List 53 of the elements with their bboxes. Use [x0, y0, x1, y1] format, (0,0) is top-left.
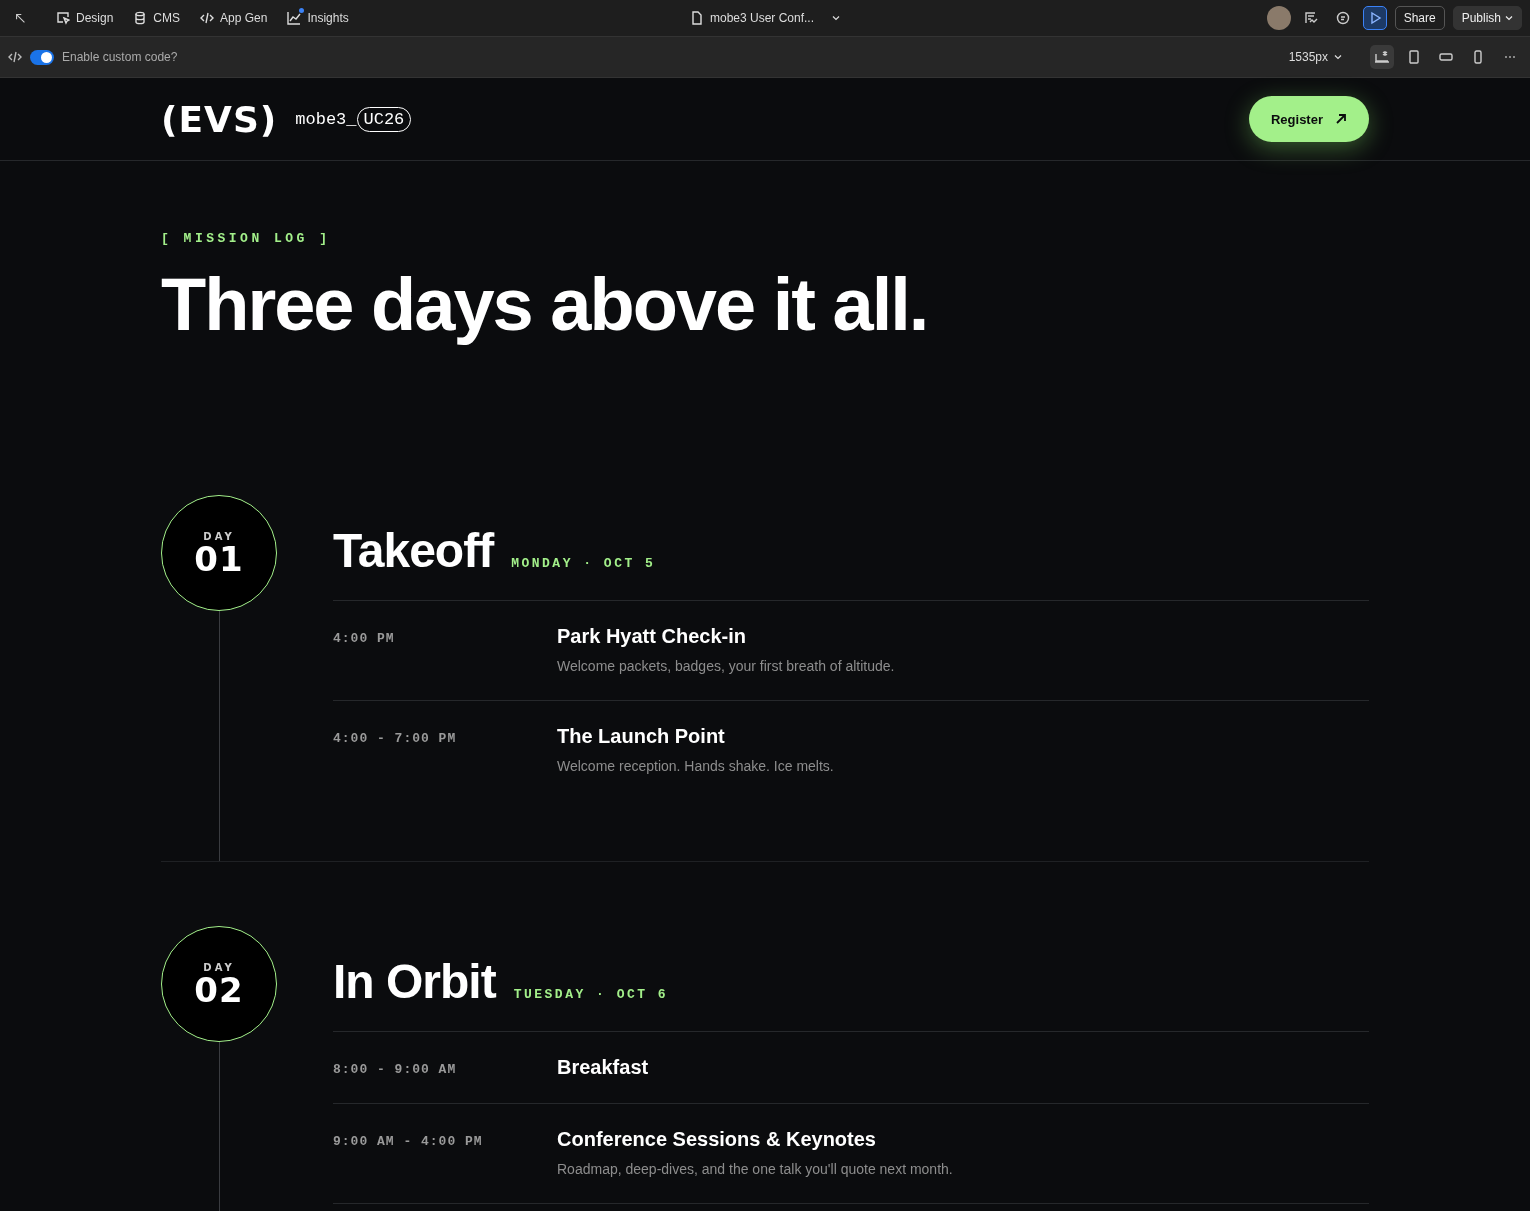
day-badge: DAY 02 [161, 926, 277, 1043]
code-icon [8, 50, 22, 64]
event-title: The Launch Point [557, 725, 726, 749]
nav-tab[interactable]: Insights [279, 7, 357, 29]
cursor-frame-icon [56, 11, 70, 25]
feedback-icon [1303, 11, 1318, 25]
event-title: Breakfast [557, 1056, 650, 1080]
day-badge: DAY 01 [161, 495, 277, 612]
day-date: TUESDAY · OCT 6 [513, 987, 669, 1003]
share-button[interactable]: Share [1394, 6, 1445, 30]
breakpoint-dropdown[interactable]: 1535px [1282, 49, 1348, 65]
publish-button[interactable]: Publish [1452, 6, 1522, 30]
comment-icon [1335, 11, 1350, 25]
event-time: 8:00 - 9:00 AM [333, 1061, 458, 1080]
tablet-icon [1407, 50, 1421, 64]
chevron-down-icon [1334, 53, 1342, 61]
nav-tab[interactable]: Design [48, 7, 122, 29]
day-date: MONDAY · OCT 5 [511, 556, 656, 572]
event-description: Welcome packets, badges, your first breath of altitude. [557, 658, 896, 675]
brand-name: mobe3_ [295, 109, 357, 129]
more-icon [1504, 55, 1516, 59]
event-time: 9:00 AM - 4:00 PM [333, 1133, 484, 1152]
file-icon [690, 11, 704, 25]
avatar[interactable] [1266, 6, 1291, 30]
database-icon [133, 11, 148, 25]
register-button[interactable]: Register [1248, 96, 1369, 142]
event-description: Roadmap, deep-dives, and the one talk you'll quote next month. [557, 1161, 954, 1178]
device-button[interactable] [1370, 45, 1394, 69]
landscape-phone-icon [1439, 50, 1453, 64]
nav-tab[interactable]: App Gen [192, 7, 276, 29]
page-heading: Three days above it all. [161, 264, 929, 346]
day-title: In Orbit [333, 954, 496, 1010]
arrow-up-left-icon [14, 12, 26, 24]
section-eyebrow: [ MISSION LOG ] [161, 231, 332, 246]
desktop-icon [1375, 50, 1389, 64]
toggle-label: Enable custom code? [62, 50, 178, 64]
arrow-up-right-icon [1335, 113, 1347, 125]
chevron-down-icon [1505, 14, 1513, 22]
nav-tab[interactable]: CMS [125, 7, 189, 29]
code-icon [200, 11, 215, 25]
phone-icon [1471, 50, 1485, 64]
play-button[interactable] [1362, 6, 1387, 30]
document-title[interactable]: mobe3 User Conf... [684, 10, 847, 26]
day-title: Takeoff [333, 523, 494, 579]
chart-icon [287, 11, 302, 25]
event-description: Welcome reception. Hands shake. Ice melts. [557, 758, 835, 775]
custom-code-toggle[interactable] [30, 49, 54, 65]
logo[interactable]: (EVS) [161, 98, 278, 140]
chevron-down-icon [832, 14, 841, 22]
event-time: 4:00 - 7:00 PM [333, 730, 458, 749]
event-time: 4:00 PM [333, 630, 396, 649]
event-title: Conference Sessions & Keynotes [557, 1128, 877, 1152]
event-title: Park Hyatt Check-in [557, 625, 747, 649]
